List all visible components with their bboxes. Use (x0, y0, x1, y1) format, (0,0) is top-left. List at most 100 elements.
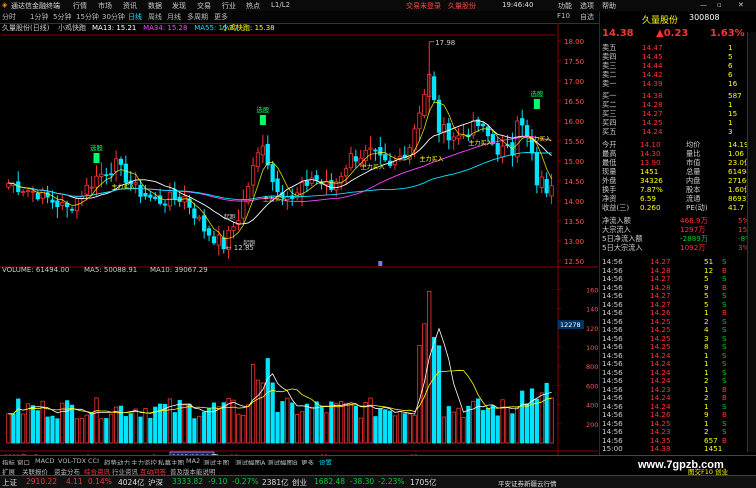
sell-price: 14.39 (642, 79, 663, 88)
side-scrollbar[interactable] (747, 32, 756, 452)
stat-value: 7.87% (640, 185, 663, 194)
buy-label: 主力买入 (263, 195, 287, 203)
period-month[interactable]: 月线 (167, 12, 181, 22)
cursor-value-label: 12278 (560, 321, 581, 329)
small-label: 起跑 (224, 213, 236, 221)
period-5min[interactable]: 5分钟 (53, 12, 71, 22)
index-hs-name[interactable]: 沪深 (148, 477, 163, 488)
volume-bar (255, 379, 261, 444)
menu-jiaoyi[interactable]: 交易 (197, 1, 211, 11)
y-tick-label: 17.00 (564, 78, 584, 86)
tab-ma2[interactable]: MA2 (186, 457, 200, 465)
buy-price: 14.27 (642, 109, 663, 118)
volume-bar (11, 413, 16, 444)
sell-row: 卖一 14.39 16 (600, 79, 756, 88)
menu-shuju[interactable]: 数据 (148, 1, 162, 11)
tab-cci[interactable]: CCI (88, 457, 99, 465)
period-30min[interactable]: 30分钟 (102, 12, 125, 22)
stat-value: 13.90 (640, 158, 661, 167)
menu-l1l2[interactable]: L1/L2 (271, 1, 290, 9)
stat-value: 14.19 (728, 140, 749, 149)
stat-value: 1.06 (728, 149, 745, 158)
f10-button[interactable]: F10 (557, 12, 570, 20)
menu-zixun[interactable]: 资讯 (123, 1, 137, 11)
index-hs-val: 3333.82 (172, 477, 204, 486)
candle-body (30, 190, 36, 193)
tab-vol[interactable]: VOL-TDX (58, 457, 86, 465)
index-cy-amt: 1705亿 (410, 478, 437, 487)
sell-volume: 5 (728, 52, 733, 61)
candle-body (153, 196, 158, 199)
stock-name-link[interactable]: 久量股份 (448, 1, 476, 11)
volume-bar (172, 412, 177, 444)
index-sh-amt: 4024亿 (118, 478, 145, 487)
index-cy-name[interactable]: 创业 (292, 477, 307, 488)
sell-volume: 6 (728, 61, 733, 70)
stat-value: 34326 (640, 176, 663, 185)
watchlist-button[interactable]: 自选 (580, 12, 594, 22)
volume-bar (143, 408, 148, 444)
buy-volume: 15 (728, 109, 738, 118)
candle-body (138, 184, 143, 197)
buy-price: 14.25 (642, 118, 663, 127)
period-week[interactable]: 周线 (148, 12, 162, 22)
maximize-icon[interactable]: ▫ (717, 1, 722, 9)
chart-area[interactable]: 久量股份(日线) 小鸡快跑 MA13: 15.21 MA34: 15.28 MA55: … (0, 23, 598, 455)
menu-hangqing[interactable]: 行情 (73, 1, 87, 11)
index-sh-name[interactable]: 上证 (2, 477, 17, 488)
candle-body (89, 186, 94, 189)
volume-bar (334, 402, 339, 444)
period-multi[interactable]: 多周期 (187, 12, 208, 22)
period-day[interactable]: 日线 (128, 12, 142, 22)
menu-shichang[interactable]: 市场 (98, 1, 112, 11)
menu-redian[interactable]: 热点 (246, 1, 260, 11)
volume-bar (544, 382, 549, 444)
candle-body (485, 126, 491, 137)
buy-label: 主力买入 (527, 135, 551, 143)
y-tick-label: 13.50 (564, 218, 584, 226)
tab-macd[interactable]: MACD (35, 457, 54, 465)
candle-body (304, 180, 310, 186)
signal-box (259, 115, 266, 125)
y-tick-label: 13.00 (564, 238, 584, 246)
period-more[interactable]: 更多 (214, 12, 228, 22)
volume-bar (55, 418, 60, 444)
candle-body (255, 152, 261, 168)
event-marker-icon (378, 261, 383, 266)
kline-chart-svg[interactable]: 久量股份(日线) 小鸡快跑 MA13: 15.21 MA34: 15.28 MA55: … (0, 23, 598, 455)
period-1min[interactable]: 1分钟 (30, 12, 48, 22)
candle-body (211, 236, 217, 244)
candle-body (148, 194, 153, 198)
vol-tick-label: 6000 (586, 382, 598, 390)
close-icon[interactable]: ✕ (738, 1, 744, 9)
trade-login-link[interactable]: 交易未登录 (406, 1, 441, 11)
signal-label: 选股 (530, 89, 544, 98)
candle-body (275, 178, 280, 193)
menu-gongneng[interactable]: 功能 (558, 1, 572, 11)
volume-bar (290, 402, 295, 444)
candle-body (94, 175, 99, 188)
period-15min[interactable]: 15分钟 (76, 12, 99, 22)
candle-body (143, 193, 148, 197)
menu-faxian[interactable]: 发现 (172, 1, 186, 11)
overlay-label: 小鸡快跑: 15.38 (222, 23, 275, 32)
stat-value: 14.10 (640, 140, 661, 149)
stat-row: 最高 14.30 量比 1.06 (600, 149, 756, 158)
period-fenshi[interactable]: 分时 (2, 12, 16, 22)
volume-bar (192, 418, 197, 444)
candle-body (55, 200, 60, 208)
volume-bar (221, 402, 226, 444)
volume-bar (246, 404, 251, 444)
menu-bangzhu[interactable]: 帮助 (602, 1, 616, 11)
volume-bar (348, 404, 354, 444)
menu-hangye[interactable]: 行业 (222, 1, 236, 11)
volume-bar (363, 401, 368, 444)
volume-bar (104, 418, 109, 444)
menu-xuanxiang[interactable]: 选项 (580, 1, 594, 11)
minimize-icon[interactable]: — (700, 1, 707, 9)
stat-row: 净资 6.59 流通 8693万 (600, 194, 756, 203)
volume-bar (206, 407, 212, 444)
volume-bar (295, 414, 300, 444)
candle-body (309, 177, 314, 184)
buy-row: 买二 14.28 1 (600, 100, 756, 109)
